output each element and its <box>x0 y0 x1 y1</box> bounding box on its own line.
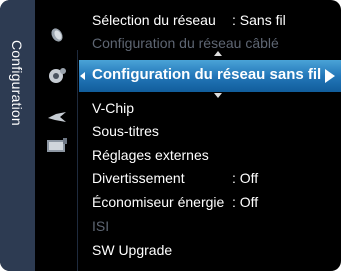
menu-item-label: Configuration du réseau sans fil <box>92 66 322 83</box>
menu-item-external-settings[interactable]: Réglages externes <box>92 147 209 163</box>
menu-item-label: Sélection du réseau <box>92 12 216 28</box>
satellite-dish-icon[interactable] <box>46 26 68 44</box>
menu-item-label: ISI <box>92 218 110 234</box>
energy-saver-value: : Off <box>232 194 259 210</box>
menu-item-sw-upgrade[interactable]: SW Upgrade <box>92 242 172 258</box>
menu-item-label: V-Chip <box>92 100 135 116</box>
configuration-tab[interactable]: Configuration <box>0 0 35 271</box>
scroll-down-arrow-icon <box>214 93 222 98</box>
scroll-up-arrow-icon <box>214 51 222 56</box>
menu-item-vchip[interactable]: V-Chip <box>92 100 134 116</box>
input-panel-icon[interactable] <box>46 136 68 154</box>
menu-item-label: Économiseur énergie <box>92 194 225 210</box>
menu-item-wired-configuration: Configuration du réseau câblé <box>92 35 279 51</box>
menu-item-network-selection[interactable]: Sélection du réseau <box>92 12 216 28</box>
menu-item-label: Divertissement <box>92 170 185 186</box>
menu-item-entertainment[interactable]: Divertissement <box>92 170 185 186</box>
menu-item-label: Configuration du réseau câblé <box>92 35 279 51</box>
entertainment-value: : Off <box>232 170 259 186</box>
submenu-arrow-icon <box>325 69 335 83</box>
menu-item-label: Réglages externes <box>92 147 209 163</box>
menu-item-label: SW Upgrade <box>92 242 173 258</box>
menu-item-subtitles[interactable]: Sous-titres <box>92 123 159 139</box>
network-selection-value: : Sans fil <box>232 12 286 28</box>
menu-item-wireless-configuration[interactable]: Configuration du réseau sans fil <box>79 60 341 92</box>
configuration-menu-panel: Configuration Sélection du réseau : Sans… <box>0 0 341 271</box>
selection-pointer-icon <box>80 72 85 80</box>
icon-column-divider <box>77 50 78 271</box>
gear-icon[interactable] <box>46 66 68 84</box>
menu-item-energy-saver[interactable]: Économiseur énergie <box>92 194 224 210</box>
bird-icon[interactable] <box>46 108 68 126</box>
menu-item-label: Sous-titres <box>92 123 159 139</box>
menu-item-isi: ISI <box>92 218 109 234</box>
configuration-tab-label: Configuration <box>9 40 25 126</box>
